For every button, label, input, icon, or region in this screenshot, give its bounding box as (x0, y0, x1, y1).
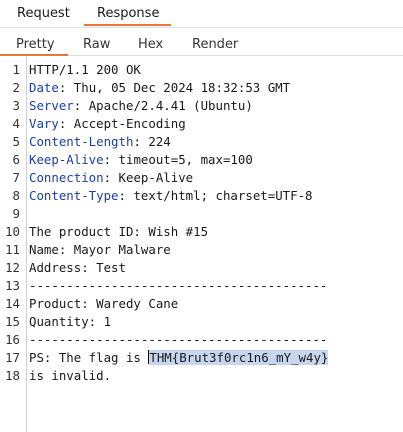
line-number: 4 (12, 116, 20, 131)
line-number-gutter: 1 2 3 4 5 6 7 8 9 10 11 12 13 14 15 16 1… (0, 56, 27, 432)
line-number: 8 (12, 188, 20, 203)
message-tabs: Request Response (0, 0, 403, 28)
line-number: 7 (12, 170, 20, 185)
header-name: Date (29, 80, 59, 95)
header-name: Server (29, 98, 74, 113)
line-number: 10 (5, 224, 20, 239)
status-line: HTTP/1.1 200 OK (29, 62, 141, 77)
header-name: Content-Type (29, 188, 119, 203)
line-number: 13 (5, 278, 20, 293)
line-number: 11 (5, 242, 20, 257)
body-line: Address: Test (29, 260, 126, 275)
body-line: The product ID: Wish #15 (29, 224, 209, 239)
header-value: Keep-Alive (111, 170, 194, 185)
header-line: Server: Apache/2.4.41 (Ubuntu) (29, 98, 253, 113)
line-number: 18 (5, 368, 20, 383)
line-number: 14 (5, 296, 20, 311)
line-number: 2 (12, 80, 20, 95)
tab-render[interactable]: Render (192, 36, 238, 53)
header-line: Date: Thu, 05 Dec 2024 18:32:53 GMT (29, 80, 291, 95)
body-line: Name: Mayor Malware (29, 242, 171, 257)
line-number: 9 (12, 206, 20, 221)
header-name: Vary (29, 116, 59, 131)
separator-line: ---------------------------------------- (29, 278, 328, 293)
tab-hex[interactable]: Hex (138, 36, 163, 53)
header-value: Apache/2.4.41 (Ubuntu) (81, 98, 253, 113)
body-line: Product: Waredy Cane (29, 296, 179, 311)
header-line: Vary: Accept-Encoding (29, 116, 186, 131)
header-name: Connection (29, 170, 104, 185)
line-number: 17 (5, 350, 20, 365)
header-value: Thu, 05 Dec 2024 18:32:53 GMT (66, 80, 291, 95)
header-line: Keep-Alive: timeout=5, max=100 (29, 152, 253, 167)
tab-raw[interactable]: Raw (83, 36, 110, 53)
tab-request[interactable]: Request (17, 5, 70, 25)
line-number: 12 (5, 260, 20, 275)
header-value: text/html; charset=UTF-8 (126, 188, 313, 203)
line-number: 3 (12, 98, 20, 113)
line-number: 5 (12, 134, 20, 149)
response-editor[interactable]: 1 2 3 4 5 6 7 8 9 10 11 12 13 14 15 16 1… (0, 56, 403, 432)
line-number: 1 (12, 62, 20, 77)
header-value: Accept-Encoding (66, 116, 186, 131)
header-line: Connection: Keep-Alive (29, 170, 194, 185)
body-line: PS: The flag is THM{Brut3f0rc1n6_mY_w4y} (29, 349, 329, 367)
line-number: 6 (12, 152, 20, 167)
tab-response[interactable]: Response (97, 5, 159, 25)
separator-line: ---------------------------------------- (29, 332, 328, 347)
selected-flag-text[interactable]: THM{Brut3f0rc1n6_mY_w4y} (149, 350, 329, 365)
body-line: Quantity: 1 (29, 314, 112, 329)
flag-prefix: PS: The flag is (29, 350, 149, 365)
header-name: Keep-Alive (29, 152, 104, 167)
body-line: is invalid. (29, 368, 112, 383)
line-number: 15 (5, 314, 20, 329)
line-number: 16 (5, 332, 20, 347)
view-tabs: Pretty Raw Hex Render (0, 28, 403, 56)
header-name: Content-Length (29, 134, 134, 149)
header-line: Content-Length: 224 (29, 134, 171, 149)
tab-pretty[interactable]: Pretty (16, 36, 55, 53)
header-value: 224 (140, 134, 171, 149)
header-line: Content-Type: text/html; charset=UTF-8 (29, 188, 313, 203)
active-tab-indicator (84, 24, 171, 26)
header-value: timeout=5, max=100 (111, 152, 253, 167)
